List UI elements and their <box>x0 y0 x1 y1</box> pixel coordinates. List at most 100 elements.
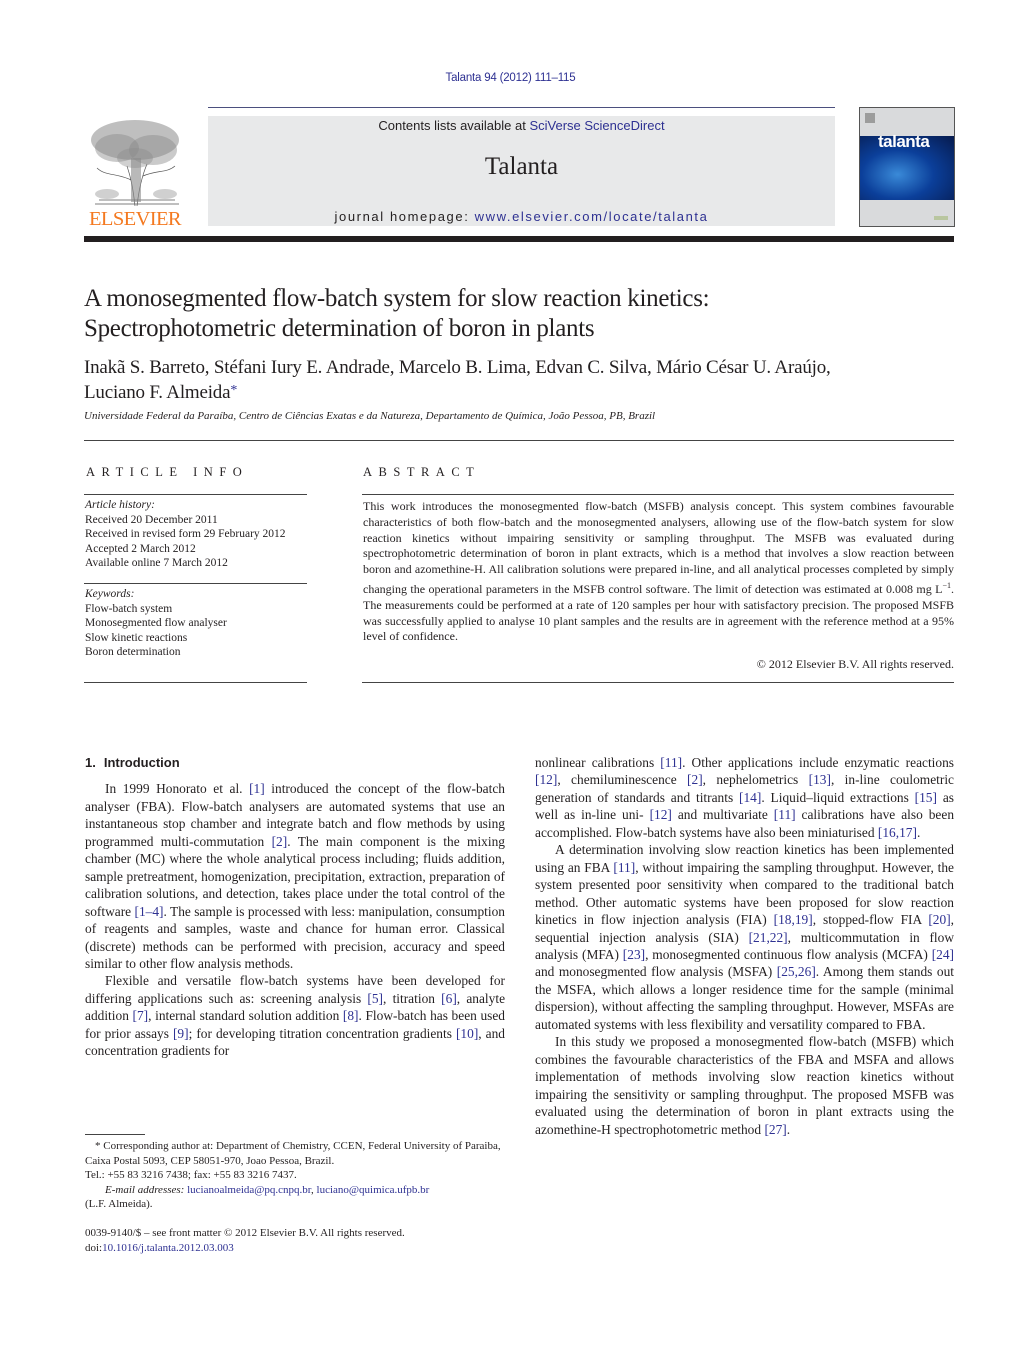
title-line-1: A monosegmented flow-batch system for sl… <box>84 285 710 312</box>
header-thick-rule <box>84 236 954 242</box>
article-info-rule <box>84 494 307 495</box>
footnote-corresponding: * Corresponding author at: Department of… <box>85 1139 510 1168</box>
keyword-item: Flow-batch system <box>85 602 173 615</box>
reference-link[interactable]: [14] <box>739 790 761 805</box>
reference-link[interactable]: [24] <box>932 947 954 962</box>
history-item: Received 20 December 2011 <box>85 513 218 526</box>
contents-prefix: Contents lists available at <box>378 118 530 133</box>
reference-link[interactable]: [23] <box>623 947 645 962</box>
paragraph: In 1999 Honorato et al. [1] introduced t… <box>85 781 506 971</box>
doi-prefix: doi: <box>85 1241 103 1254</box>
reference-link[interactable]: [15] <box>915 790 937 805</box>
abstract-copyright: © 2012 Elsevier B.V. All rights reserved… <box>756 657 954 671</box>
reference-link[interactable]: [27] <box>764 1122 786 1137</box>
history-item: Accepted 2 March 2012 <box>85 542 196 555</box>
article-info-rule <box>84 682 307 683</box>
reference-link[interactable]: [9] <box>173 1026 189 1041</box>
abstract-rule <box>362 682 954 683</box>
section-heading-introduction: 1. Introduction <box>85 754 505 771</box>
reference-link[interactable]: [2] <box>687 772 703 787</box>
reference-link[interactable]: [11] <box>613 860 635 875</box>
email-link[interactable]: luciano@quimica.ufpb.br <box>317 1184 430 1196</box>
reference-link[interactable]: [20] <box>928 912 950 927</box>
reference-link[interactable]: [8] <box>343 1008 359 1023</box>
doi-link[interactable]: 10.1016/j.talanta.2012.03.003 <box>102 1242 234 1254</box>
abstract-heading: ABSTRACT <box>363 465 481 479</box>
keyword-item: Boron determination <box>85 646 181 658</box>
reference-link[interactable]: [10] <box>456 1026 478 1041</box>
footnote-mark: * <box>95 1140 101 1152</box>
front-matter: 0039-9140/$ – see front matter © 2012 El… <box>85 1226 510 1255</box>
author-list: Inakã S. Barreto, Stéfani Iury E. Andrad… <box>84 356 954 404</box>
authors-line-1: Inakã S. Barreto, Stéfani Iury E. Andrad… <box>84 357 831 378</box>
paragraph: Flexible and versatile flow-batch system… <box>85 973 506 1059</box>
journal-name: Talanta <box>484 153 559 180</box>
journal-banner: Contents lists available at SciVerse Sci… <box>208 116 835 226</box>
article-history: Article history: Received 20 December 20… <box>85 498 286 571</box>
affiliation: Universidade Federal da Paraíba, Centro … <box>84 410 656 422</box>
reference-link[interactable]: [12] <box>535 772 557 787</box>
authors-line-2: Luciano F. Almeida* <box>84 379 954 404</box>
body-column-right: nonlinear calibrations [11]. Other appli… <box>535 754 954 1138</box>
homepage-line: journal homepage: www.elsevier.com/locat… <box>208 209 835 224</box>
abstract-rule <box>362 494 954 495</box>
section-title: Introduction <box>103 755 180 770</box>
reference-link[interactable]: [21,22] <box>749 930 788 945</box>
issn-line: 0039-9140/$ – see front matter © 2012 El… <box>85 1227 405 1239</box>
reference-link[interactable]: [2] <box>272 834 288 849</box>
reference-link[interactable]: [11] <box>774 807 796 822</box>
journal-cover[interactable]: talanta <box>859 107 955 227</box>
title-divider <box>84 440 954 441</box>
homepage-prefix: journal homepage: <box>334 209 475 224</box>
article-info-rule <box>84 583 307 584</box>
corresponding-author-link[interactable]: * <box>230 383 237 398</box>
reference-link[interactable]: [16,17] <box>878 825 917 840</box>
reference-link[interactable]: [11] <box>660 755 682 770</box>
journal-citation[interactable]: Talanta 94 (2012) 111–115 <box>0 72 1021 84</box>
abstract-text-part: This work introduces the monosegmented f… <box>363 499 954 596</box>
paragraph: In this study we proposed a monosegmente… <box>535 1034 954 1137</box>
reference-link[interactable]: [12] <box>650 807 672 822</box>
footnote-emails: E-mail addresses: lucianoalmeida@pq.cnpq… <box>85 1183 510 1198</box>
article-history-label: Article history: <box>85 499 155 511</box>
reference-link[interactable]: [18,19] <box>774 912 813 927</box>
corresponding-author-footnote: * Corresponding author at: Department of… <box>85 1139 510 1212</box>
contents-line: Contents lists available at SciVerse Sci… <box>208 118 835 133</box>
cover-footer-icon <box>934 216 948 220</box>
email-label: E-mail addresses: <box>105 1183 185 1196</box>
reference-link[interactable]: [6] <box>441 991 457 1006</box>
reference-link[interactable]: [1] <box>249 781 265 796</box>
email-link[interactable]: lucianoalmeida@pq.cnpq.br <box>187 1184 311 1196</box>
paragraph-continued: nonlinear calibrations [11]. Other appli… <box>535 755 955 840</box>
header-rule <box>208 107 835 108</box>
reference-link[interactable]: [1–4] <box>135 904 164 919</box>
keyword-item: Monosegmented flow analyser <box>85 617 227 629</box>
journal-homepage-link[interactable]: www.elsevier.com/locate/talanta <box>475 209 709 224</box>
article-info-heading: ARTICLE INFO <box>86 465 249 479</box>
unit-superscript: −1 <box>942 580 951 590</box>
corresponding-author-name: Luciano F. Almeida <box>84 382 231 403</box>
body-column-left: 1. Introduction In 1999 Honorato et al. [… <box>85 754 505 1060</box>
footnote-rule <box>85 1134 145 1135</box>
footnote-address: Corresponding author at: Department of C… <box>85 1140 501 1167</box>
article-title: A monosegmented flow-batch system for sl… <box>84 284 954 344</box>
keywords: Keywords: Flow-batch system Monosegmente… <box>85 587 227 660</box>
section-number: 1. <box>85 755 96 770</box>
title-line-2: Spectrophotometric determination of boro… <box>84 315 595 342</box>
elsevier-wordmark: ELSEVIER <box>89 208 182 230</box>
cover-title: talanta <box>878 132 930 151</box>
elsevier-logo[interactable]: ELSEVIER <box>84 118 186 230</box>
reference-link[interactable]: [5] <box>367 991 383 1006</box>
cover-publisher-icon <box>865 113 875 123</box>
keyword-item: Slow kinetic reactions <box>85 631 188 644</box>
doi-line: doi:10.1016/j.talanta.2012.03.003 <box>85 1241 510 1256</box>
reference-link[interactable]: [25,26] <box>777 964 816 979</box>
history-item: Received in revised form 29 February 201… <box>85 528 286 540</box>
paragraph: A determination involving slow reaction … <box>535 842 955 1032</box>
reference-link[interactable]: [7] <box>133 1008 149 1023</box>
keywords-label: Keywords: <box>85 588 135 600</box>
history-item: Available online 7 March 2012 <box>85 557 228 569</box>
reference-link[interactable]: [13] <box>809 772 831 787</box>
abstract-text: This work introduces the monosegmented f… <box>363 499 954 645</box>
sciencedirect-link[interactable]: SciVerse ScienceDirect <box>529 118 664 133</box>
